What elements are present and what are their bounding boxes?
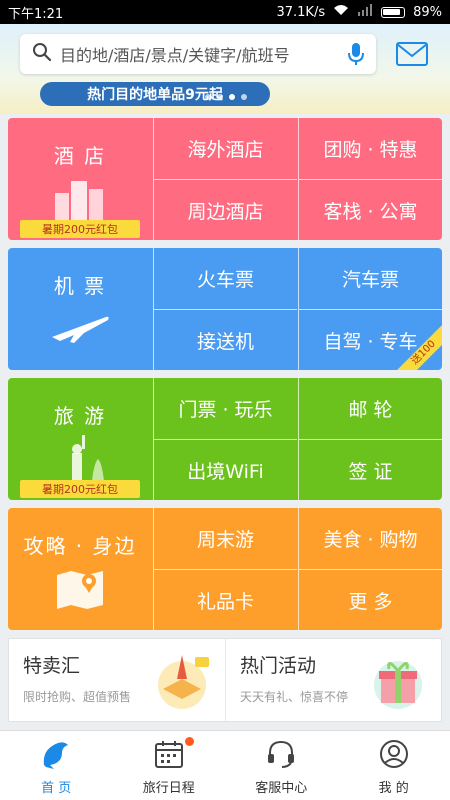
overseas-wifi-button[interactable]: 出境WiFi: [153, 439, 297, 500]
gift-box-icon: [367, 649, 429, 715]
search-bar[interactable]: 目的地/酒店/景点/关键字/航班号: [20, 34, 376, 74]
microphone-icon[interactable]: [336, 42, 376, 66]
mail-icon[interactable]: [396, 42, 428, 70]
tickets-fun-button[interactable]: 门票 · 玩乐: [153, 378, 297, 439]
notification-dot: [184, 737, 194, 746]
flight-main-tile[interactable]: 机 票: [8, 248, 152, 370]
statue-of-liberty-icon: [50, 433, 110, 487]
search-input[interactable]: 目的地/酒店/景点/关键字/航班号: [60, 42, 336, 66]
hotel-main-tile[interactable]: 酒 店 暑期200元红包: [8, 118, 152, 240]
group-deals-button[interactable]: 团购 · 特惠: [298, 118, 442, 179]
travel-title: 旅 游: [53, 404, 107, 428]
eiffel-tower-box-icon: [151, 649, 213, 715]
bus-ticket-button[interactable]: 汽车票: [298, 248, 442, 309]
map-pin-icon: [53, 567, 107, 615]
guide-main-tile[interactable]: 攻略 · 身边: [8, 508, 152, 630]
promo-row: 特卖汇 限时抢购、超值预售 热门活动 天天有礼、惊喜不停: [8, 638, 442, 723]
tab-customer-service[interactable]: 客服中心: [225, 731, 338, 800]
flight-title: 机 票: [53, 274, 107, 298]
tab-customer-service-label: 客服中心: [255, 781, 308, 796]
battery-level: 89%: [413, 4, 442, 20]
travel-main-tile[interactable]: 旅 游 暑期200元红包: [8, 378, 152, 500]
bottom-tab-bar: 首 页 旅行日程 客服中心 我 的: [0, 730, 450, 800]
food-shopping-button[interactable]: 美食 · 购物: [298, 508, 442, 569]
weekend-trip-button[interactable]: 周末游: [153, 508, 297, 569]
flight-section: 机 票 火车票 汽车票 接送机 自驾 · 专车 送100: [8, 248, 442, 370]
hot-events-card[interactable]: 热门活动 天天有礼、惊喜不停: [225, 639, 441, 723]
tab-itinerary-label: 旅行日程: [142, 781, 195, 796]
hotel-section: 酒 店 暑期200元红包 海外酒店 团购 · 特惠 周边酒店 客栈 · 公寓: [8, 118, 442, 240]
tab-home-label: 首 页: [41, 781, 72, 796]
flash-sale-card[interactable]: 特卖汇 限时抢购、超值预售: [9, 639, 225, 723]
overseas-hotel-button[interactable]: 海外酒店: [153, 118, 297, 179]
guide-title: 攻略 · 身边: [23, 534, 137, 558]
headset-icon: [266, 739, 296, 773]
travel-section: 旅 游 暑期200元红包 门票 · 玩乐 邮 轮 出境WiFi 签 证: [8, 378, 442, 500]
tab-itinerary[interactable]: 旅行日程: [113, 731, 226, 800]
hotel-title: 酒 店: [53, 144, 107, 168]
inn-apartment-button[interactable]: 客栈 · 公寓: [298, 179, 442, 240]
status-time: 下午1:21: [8, 6, 64, 22]
promo-banner[interactable]: 热门目的地单品9元起: [0, 80, 450, 114]
user-icon: [379, 739, 409, 773]
status-bar: 下午1:21 37.1K/s 89%: [0, 0, 450, 24]
signal-icon: [357, 4, 373, 20]
nearby-hotel-button[interactable]: 周边酒店: [153, 179, 297, 240]
tab-profile[interactable]: 我 的: [338, 731, 450, 800]
train-ticket-button[interactable]: 火车票: [153, 248, 297, 309]
travel-promo-tag: 暑期200元红包: [20, 480, 140, 498]
gift-card-button[interactable]: 礼品卡: [153, 569, 297, 630]
tab-home[interactable]: 首 页: [0, 731, 113, 800]
header: 目的地/酒店/景点/关键字/航班号 热门目的地单品9元起: [0, 24, 450, 114]
guide-section: 攻略 · 身边 周末游 美食 · 购物 礼品卡 更 多: [8, 508, 442, 630]
visa-button[interactable]: 签 证: [298, 439, 442, 500]
network-speed: 37.1K/s: [276, 4, 326, 20]
airport-transfer-button[interactable]: 接送机: [153, 309, 297, 370]
calendar-icon: [154, 739, 184, 773]
airplane-icon: [50, 311, 110, 349]
banner-dot: [205, 94, 211, 100]
hotel-promo-tag: 暑期200元红包: [20, 220, 140, 238]
search-icon: [32, 42, 52, 66]
wifi-icon: [333, 4, 349, 20]
banner-dot-active: [229, 94, 235, 100]
tab-profile-label: 我 的: [378, 781, 409, 796]
banner-pagination: [205, 94, 247, 100]
banner-dot: [217, 94, 223, 100]
more-button[interactable]: 更 多: [298, 569, 442, 630]
dolphin-home-icon: [40, 739, 72, 773]
banner-dot: [241, 94, 247, 100]
cruise-button[interactable]: 邮 轮: [298, 378, 442, 439]
battery-icon: [381, 6, 406, 18]
